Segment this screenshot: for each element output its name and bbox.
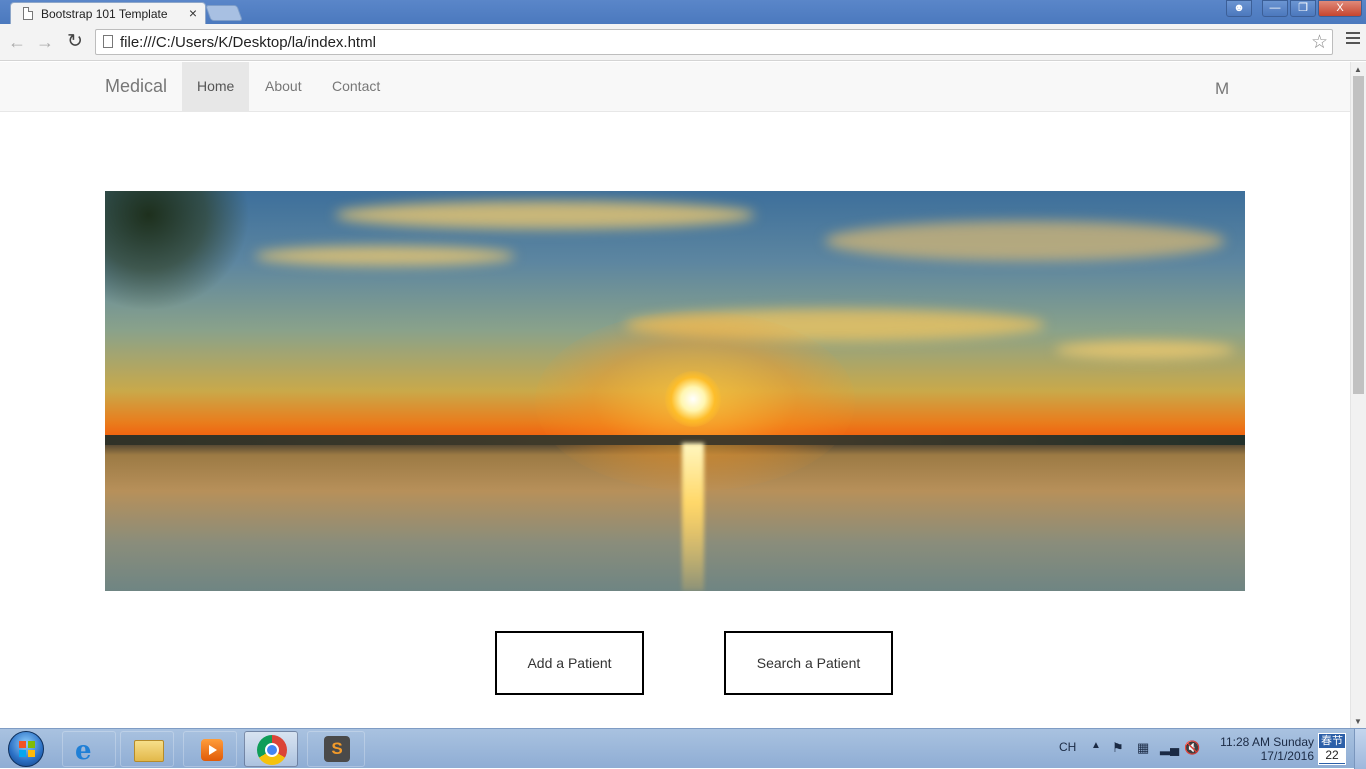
nav-link-about[interactable]: About: [250, 62, 317, 111]
system-clock[interactable]: 11:28 AM Sunday 17/1/2016: [1210, 735, 1314, 763]
add-patient-button[interactable]: Add a Patient: [495, 631, 644, 695]
calendar-label: 春节: [1321, 735, 1343, 747]
show-hidden-icons-icon[interactable]: ▲: [1091, 740, 1101, 751]
nav-link-home[interactable]: Home: [182, 62, 250, 111]
cloud-shape: [255, 246, 515, 266]
taskbar-google-chrome[interactable]: [244, 731, 298, 767]
minimize-button[interactable]: —: [1262, 0, 1288, 17]
close-window-button[interactable]: X: [1318, 0, 1362, 17]
hero-image: [105, 191, 1245, 591]
taskbar-windows-explorer[interactable]: [120, 731, 174, 767]
tab-title: Bootstrap 101 Template: [41, 7, 168, 21]
cloud-shape: [1055, 341, 1235, 359]
search-patient-button[interactable]: Search a Patient: [724, 631, 893, 695]
browser-toolbar: ← → ↻ file:///C:/Users/K/Desktop/la/inde…: [0, 24, 1366, 61]
vertical-scrollbar[interactable]: ▲ ▼: [1350, 62, 1366, 728]
calendar-widget[interactable]: 春节 22: [1318, 733, 1346, 765]
arrow-left-icon[interactable]: ←: [6, 31, 28, 53]
page-viewport: Medical Home About Contact M Add a Patie…: [0, 62, 1350, 728]
cloud-shape: [335, 201, 755, 229]
cloud-shape: [825, 221, 1225, 261]
internet-explorer-icon: e: [75, 736, 92, 766]
folder-icon: [134, 740, 164, 762]
language-indicator[interactable]: CH: [1059, 740, 1076, 754]
title-bar: Bootstrap 101 Template × ☻ — ❐ X: [0, 0, 1366, 26]
scroll-thumb[interactable]: [1353, 76, 1364, 394]
restore-button[interactable]: ❐: [1290, 0, 1316, 17]
chrome-icon: [257, 735, 287, 765]
calendar-day: 22: [1319, 748, 1345, 763]
page-icon: [103, 35, 113, 48]
new-tab-button[interactable]: [205, 5, 243, 21]
user-profile-button[interactable]: ☻: [1226, 0, 1252, 17]
nav-right-item[interactable]: M: [1215, 79, 1229, 99]
clock-time: 11:28 AM Sunday: [1220, 735, 1314, 749]
address-text[interactable]: file:///C:/Users/K/Desktop/la/index.html: [120, 34, 376, 51]
network-signal-icon[interactable]: ▂▄: [1160, 740, 1179, 756]
taskbar-internet-explorer[interactable]: e: [62, 731, 116, 767]
device-icon[interactable]: ▦: [1137, 740, 1149, 756]
page-icon: [23, 7, 33, 20]
tab-close-button[interactable]: ×: [189, 5, 197, 21]
window-controls: ☻ — ❐ X: [1226, 0, 1362, 18]
arrow-right-icon[interactable]: →: [34, 31, 56, 53]
sublime-text-icon: S: [324, 736, 350, 762]
star-icon[interactable]: ☆: [1311, 31, 1328, 54]
taskbar-media-player[interactable]: [183, 731, 237, 767]
sun-shape: [665, 371, 721, 427]
scroll-down-icon[interactable]: ▼: [1354, 717, 1362, 726]
sun-reflection: [682, 443, 704, 591]
reload-icon[interactable]: ↻: [64, 31, 86, 53]
hamburger-menu-icon[interactable]: [1346, 32, 1360, 46]
media-player-icon: [201, 739, 223, 761]
address-bar[interactable]: file:///C:/Users/K/Desktop/la/index.html…: [95, 29, 1333, 55]
site-navbar: Medical Home About Contact M: [0, 62, 1350, 112]
tree-branch: [105, 191, 250, 311]
start-button[interactable]: [8, 731, 44, 767]
clock-date: 17/1/2016: [1260, 749, 1314, 763]
show-desktop-button[interactable]: [1354, 729, 1366, 769]
browser-tab-active[interactable]: Bootstrap 101 Template ×: [10, 2, 206, 26]
action-center-flag-icon[interactable]: ⚑: [1112, 740, 1124, 756]
taskbar-sublime-text[interactable]: S: [307, 731, 365, 767]
site-brand[interactable]: Medical: [105, 76, 167, 97]
scroll-up-icon[interactable]: ▲: [1354, 65, 1362, 74]
horizon-line: [105, 435, 1245, 445]
speaker-muted-icon[interactable]: 🔇: [1184, 740, 1200, 756]
windows-taskbar: e S CH ▲ ⚑ ▦ ▂▄ 🔇 11:28 AM Sunday 17/1/2…: [0, 728, 1366, 769]
nav-link-contact[interactable]: Contact: [317, 62, 395, 111]
